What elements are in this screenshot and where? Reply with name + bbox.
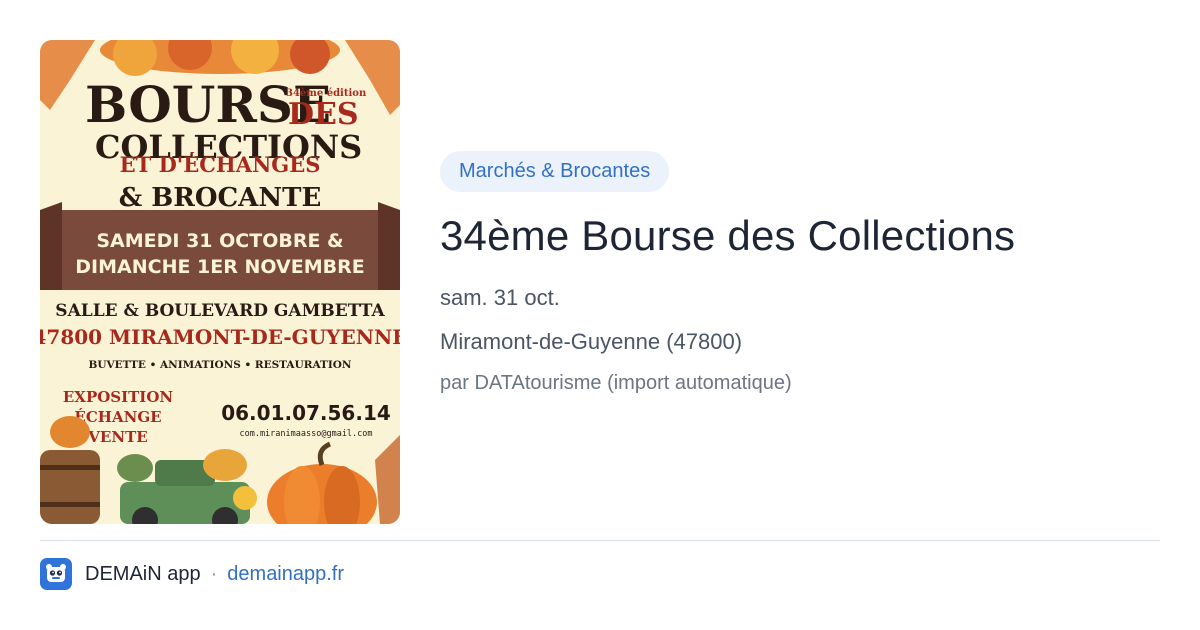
poster-title-echanges: ET D'ÉCHANGES [120, 152, 321, 177]
poster-city: 47800 MIRAMONT-DE-GUYENNE [40, 325, 400, 349]
poster-expo-line3: VENTE [87, 428, 147, 446]
poster-expo-line1: EXPOSITION [63, 388, 174, 406]
poster-services: BUVETTE • ANIMATIONS • RESTAURATION [88, 359, 351, 371]
category-badge[interactable]: Marchés & Brocantes [440, 151, 670, 192]
poster-banner-line2: DIMANCHE 1ER NOVEMBRE [75, 256, 364, 278]
poster-banner-line1: SAMEDI 31 OCTOBRE & [96, 230, 343, 252]
poster-venue: SALLE & BOULEVARD GAMBETTA [55, 301, 385, 321]
footer: DEMAiN app · demainapp.fr [40, 558, 344, 590]
footer-divider [40, 540, 1160, 541]
demain-app-logo-icon [40, 558, 72, 590]
event-info: Marchés & Brocantes 34ème Bourse des Col… [440, 151, 1160, 396]
event-poster-image[interactable]: BOURSE 34ème édition DES COLLECTIONS ET … [40, 40, 400, 524]
event-title[interactable]: 34ème Bourse des Collections [440, 210, 1160, 262]
poster-email: com.miranimaasso@gmail.com [239, 429, 372, 439]
app-domain-link[interactable]: demainapp.fr [227, 563, 344, 586]
poster-title-des: DES [288, 97, 359, 132]
app-name: DEMAiN app [85, 562, 201, 585]
event-author: par DATAtourisme (import automatique) [440, 372, 792, 394]
event-location: Miramont-de-Guyenne (47800) [440, 329, 743, 354]
poster-expo-line2: ÉCHANGE [74, 408, 161, 426]
footer-separator: · [210, 562, 218, 585]
event-date: sam. 31 oct. [440, 285, 560, 310]
poster-phone: 06.01.07.56.14 [221, 401, 391, 425]
poster-title-brocante: & BROCANTE [119, 183, 322, 213]
